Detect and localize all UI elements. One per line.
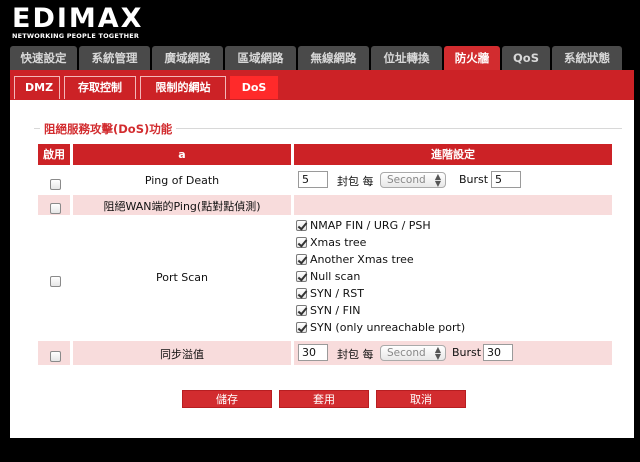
select-arrows-icon: ▲ ▼: [434, 345, 441, 361]
tab-wan[interactable]: 廣域網路: [152, 46, 223, 70]
main-nav: 快速設定 系統管理 廣域網路 區域網路 無線網路 位址轉換 防火牆 QoS 系統…: [10, 46, 634, 70]
tab-lan[interactable]: 區域網路: [225, 46, 296, 70]
dos-table: 啟用 a 進階設定 Ping of Death 5 封包 每 Second ▲ ▼ …: [38, 144, 624, 365]
another-xmas-tree-checkbox[interactable]: [296, 254, 307, 265]
ping-of-death-packets-input[interactable]: 5: [298, 171, 328, 188]
table-row: 阻絕WAN端的Ping(點對點偵測): [38, 195, 624, 215]
syn-flood-unit-select[interactable]: Second ▲ ▼: [380, 345, 446, 361]
ping-of-death-packets-label: 封包 每: [337, 175, 374, 188]
tab-qos[interactable]: QoS: [502, 46, 550, 70]
option-nmap[interactable]: NMAP FIN / URG / PSH: [296, 219, 431, 232]
tab-firewall[interactable]: 防火牆: [444, 46, 500, 70]
syn-rst-checkbox[interactable]: [296, 288, 307, 299]
section-legend: 阻絕服務攻擊(DoS)功能: [40, 121, 177, 137]
cancel-button[interactable]: 取消: [376, 390, 466, 408]
wan-ping-name: 阻絕WAN端的Ping(點對點偵測): [103, 200, 261, 213]
xmas-tree-checkbox[interactable]: [296, 237, 307, 248]
nmap-checkbox[interactable]: [296, 220, 307, 231]
option-syn-unreachable[interactable]: SYN (only unreachable port): [296, 321, 465, 334]
option-syn-fin[interactable]: SYN / FIN: [296, 304, 360, 317]
option-xmas-tree[interactable]: Xmas tree: [296, 236, 366, 249]
tab-nat[interactable]: 位址轉換: [371, 46, 442, 70]
edimax-logo: EDIMAX NETWORKING PEOPLE TOGETHER: [12, 3, 144, 41]
syn-flood-burst-label: Burst: [452, 346, 482, 359]
syn-flood-checkbox[interactable]: [50, 351, 61, 362]
port-scan-options: NMAP FIN / URG / PSH Xmas tree Another X…: [296, 216, 596, 340]
subtab-dos[interactable]: DoS: [230, 76, 278, 99]
syn-fin-checkbox[interactable]: [296, 305, 307, 316]
table-row: Port Scan NMAP FIN / URG / PSH Xmas tree…: [38, 216, 624, 340]
option-syn-rst[interactable]: SYN / RST: [296, 287, 364, 300]
tab-quick-setup[interactable]: 快速設定: [10, 46, 77, 70]
syn-flood-burst-input[interactable]: 30: [483, 344, 513, 361]
ping-of-death-name: Ping of Death: [144, 174, 220, 187]
apply-button[interactable]: 套用: [279, 390, 369, 408]
save-button[interactable]: 儲存: [182, 390, 272, 408]
content-panel: 阻絕服務攻擊(DoS)功能 啟用 a 進階設定 Ping of Death 5 …: [10, 100, 634, 438]
header-name: a: [73, 144, 291, 165]
ping-of-death-checkbox[interactable]: [50, 179, 61, 190]
select-arrows-icon: ▲ ▼: [434, 172, 441, 188]
null-scan-checkbox[interactable]: [296, 271, 307, 282]
logo-tagline: NETWORKING PEOPLE TOGETHER: [12, 32, 140, 40]
table-row: 同步溢值 30 封包 每 Second ▲ ▼ Burst 30: [38, 341, 624, 365]
header-advanced: 進階設定: [294, 144, 612, 165]
ping-of-death-unit-select[interactable]: Second ▲ ▼: [380, 172, 446, 188]
tab-wireless[interactable]: 無線網路: [298, 46, 369, 70]
subtab-url-blocking[interactable]: 限制的網站: [140, 76, 226, 99]
option-null-scan[interactable]: Null scan: [296, 270, 360, 283]
subtab-access-control[interactable]: 存取控制: [64, 76, 136, 99]
ping-of-death-burst-input[interactable]: 5: [491, 171, 521, 188]
syn-flood-name: 同步溢值: [160, 348, 204, 361]
tab-system-admin[interactable]: 系統管理: [79, 46, 150, 70]
port-scan-name: Port Scan: [155, 271, 209, 284]
logo-text: EDIMAX: [12, 3, 144, 34]
header-enable: 啟用: [38, 144, 70, 165]
syn-flood-packets-input[interactable]: 30: [298, 344, 328, 361]
sub-nav: DMZ 存取控制 限制的網站 DoS: [14, 76, 278, 99]
syn-unreachable-checkbox[interactable]: [296, 322, 307, 333]
wan-ping-checkbox[interactable]: [50, 203, 61, 214]
subtab-dmz[interactable]: DMZ: [14, 76, 60, 99]
table-row: Ping of Death 5 封包 每 Second ▲ ▼ Burst 5: [38, 167, 624, 194]
port-scan-checkbox[interactable]: [50, 276, 61, 287]
option-another-xmas-tree[interactable]: Another Xmas tree: [296, 253, 414, 266]
tab-system-status[interactable]: 系統狀態: [552, 46, 622, 70]
syn-flood-packets-label: 封包 每: [337, 348, 374, 361]
ping-of-death-burst-label: Burst: [459, 173, 489, 186]
table-header: 啟用 a 進階設定: [38, 144, 624, 165]
